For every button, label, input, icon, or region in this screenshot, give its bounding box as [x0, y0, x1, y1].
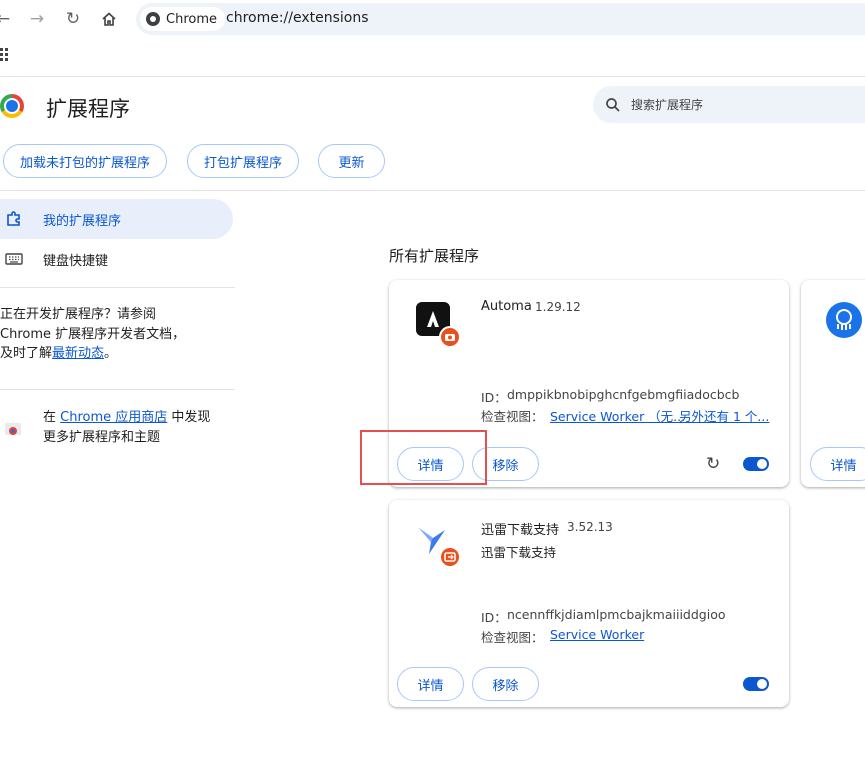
extension-icon — [826, 302, 862, 338]
extension-id: dmppikbnobipghcnfgebmgfiiadocbcb — [507, 387, 740, 402]
service-worker-link[interactable]: Service Worker — [550, 627, 644, 642]
load-unpacked-button[interactable]: 加载未打包的扩展程序 — [3, 144, 167, 178]
service-worker-link[interactable]: Service Worker （无... — [550, 406, 685, 425]
details-button[interactable]: 详情 — [397, 667, 464, 701]
apps-grid-icon[interactable] — [0, 48, 8, 62]
forward-icon[interactable]: → — [26, 8, 48, 30]
latest-news-link[interactable]: 最新动态 — [52, 346, 104, 361]
reload-icon[interactable]: ↻ — [62, 8, 84, 30]
developer-info-text: 正在开发扩展程序？请参阅 Chrome 扩展程序开发者文档， 及时了解最新动态。 — [0, 307, 186, 361]
chrome-icon — [146, 12, 160, 26]
sidebar-item-keyboard-shortcuts[interactable]: 键盘快捷键 — [0, 239, 108, 279]
extension-card-xunlei: 迅雷下载支持 3.52.13 迅雷下载支持 ID： ncennffkjdiaml… — [389, 500, 789, 707]
enable-toggle[interactable] — [743, 457, 769, 471]
chrome-web-store-icon — [4, 420, 22, 436]
details-button[interactable]: 详情 — [810, 447, 865, 481]
extension-id: ncennffkjdiamlpmcbajkmaiiiddgioo — [507, 607, 726, 622]
sidebar-item-my-extensions[interactable]: 我的扩展程序 — [0, 199, 233, 239]
inspect-views-label: 检查视图： — [481, 630, 544, 645]
divider — [0, 287, 235, 288]
chrome-logo-icon — [0, 94, 24, 118]
divider — [0, 190, 865, 191]
extension-description: 迅雷下载支持 — [481, 545, 557, 560]
page-title: 扩展程序 — [46, 97, 130, 121]
record-badge-icon — [439, 326, 461, 348]
search-input[interactable] — [629, 96, 853, 113]
extension-id-label: ID： — [481, 390, 507, 405]
extension-id-label: ID： — [481, 610, 507, 625]
download-badge-icon — [439, 546, 461, 568]
site-chip[interactable]: Chrome — [140, 7, 225, 31]
url-text[interactable]: chrome://extensions — [226, 10, 369, 26]
highlight-annotation — [360, 430, 487, 485]
more-views-link[interactable]: 另外还有 1 个... — [679, 406, 769, 425]
sidebar-item-label: 我的扩展程序 — [43, 213, 122, 229]
inspect-views-label: 检查视图： — [481, 409, 544, 424]
update-button[interactable]: 更新 — [318, 144, 385, 178]
sidebar-item-label: 键盘快捷键 — [43, 253, 109, 269]
enable-toggle[interactable] — [743, 677, 769, 691]
address-bar[interactable]: Chrome chrome://extensions — [136, 3, 865, 35]
extension-version: 1.29.12 — [535, 300, 581, 314]
pack-extension-button[interactable]: 打包扩展程序 — [187, 144, 299, 178]
search-box[interactable] — [593, 86, 865, 123]
search-icon — [606, 97, 620, 112]
puzzle-icon — [7, 211, 20, 226]
divider — [0, 76, 865, 77]
extension-name: Automa — [481, 299, 532, 314]
web-store-link[interactable]: Chrome 应用商店 — [60, 410, 167, 425]
extension-version: 3.52.13 — [567, 520, 613, 534]
extension-card-partial: 详情 — [801, 280, 865, 487]
reload-extension-icon[interactable]: ↻ — [706, 455, 724, 473]
web-store-text: 在 Chrome 应用商店 中发现更多扩展程序和主题 — [43, 410, 211, 445]
remove-button[interactable]: 移除 — [472, 667, 539, 701]
home-icon[interactable] — [98, 8, 120, 30]
extension-name: 迅雷下载支持 — [481, 523, 560, 538]
divider — [0, 389, 235, 390]
keyboard-icon — [5, 253, 23, 265]
back-icon[interactable]: ← — [0, 8, 14, 30]
section-title: 所有扩展程序 — [389, 247, 480, 265]
site-chip-label: Chrome — [166, 11, 217, 27]
